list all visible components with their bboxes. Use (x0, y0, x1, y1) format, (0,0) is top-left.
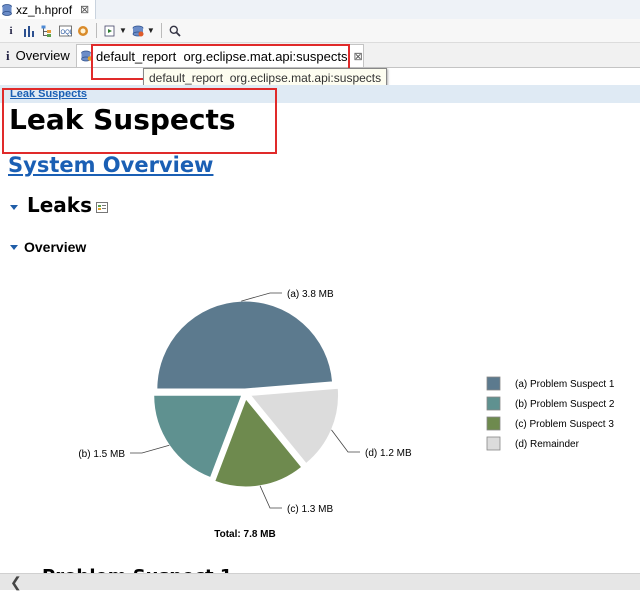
callout-line (130, 444, 170, 454)
oql-icon[interactable]: OQL (58, 24, 72, 38)
file-tab-label: xz_h.hprof (16, 2, 73, 17)
pie-slice (156, 300, 334, 390)
tab-overview-label: Overview (15, 48, 70, 63)
collapse-leaks-icon[interactable] (10, 205, 18, 210)
callout-line (241, 292, 282, 302)
slice-value-label: (c) 1.3 MB (287, 504, 333, 515)
scroll-left-icon[interactable]: ❮ (10, 574, 22, 591)
horizontal-scrollbar[interactable] (0, 573, 640, 590)
slice-value-label: (d) 1.2 MB (365, 448, 412, 459)
tab-overview[interactable]: i Overview (2, 44, 74, 67)
search-icon[interactable] (168, 24, 182, 38)
system-overview-link[interactable]: System Overview (8, 153, 213, 177)
callout-line (259, 485, 282, 509)
thread-icon[interactable] (76, 24, 90, 38)
legend-swatch (486, 396, 501, 411)
legend-label: (a) Problem Suspect 1 (515, 379, 615, 390)
close-icon[interactable]: ⊠ (80, 3, 89, 16)
tab-report-label: default_report org.eclipse.mat.api:suspe… (96, 48, 348, 64)
page-title: Leak Suspects (9, 103, 236, 136)
heap-dump-icon (2, 3, 12, 16)
legend-label: (c) Problem Suspect 3 (515, 419, 614, 430)
callout-line (331, 429, 360, 453)
query-browser-icon[interactable] (131, 24, 145, 38)
toolbar: i OQL ▼ ▼ (0, 19, 640, 43)
collapse-overview-icon[interactable] (10, 245, 18, 250)
toolbar-separator (96, 23, 97, 38)
legend-label: (d) Remainder (515, 439, 580, 450)
tab-default-report[interactable]: default_report org.eclipse.mat.api:suspe… (76, 44, 364, 67)
chart-total-label: Total: 7.8 MB (214, 529, 275, 540)
leaks-heading: Leaks (27, 193, 93, 217)
info-icon[interactable]: i (4, 24, 18, 38)
histogram-icon[interactable] (22, 24, 36, 38)
hprof-file-tab[interactable]: xz_h.hprof ⊠ (0, 0, 97, 19)
dominator-tree-icon[interactable] (40, 24, 54, 38)
slice-value-label: (a) 3.8 MB (287, 289, 334, 300)
report-icon (81, 50, 93, 62)
legend-swatch (486, 436, 501, 451)
chevron-down-icon[interactable]: ▼ (147, 26, 155, 35)
close-icon[interactable]: ⊠ (353, 50, 362, 63)
breadcrumb[interactable]: Leak Suspects (10, 88, 87, 100)
legend-swatch (486, 416, 501, 431)
breadcrumb-band (0, 85, 640, 103)
chevron-down-icon[interactable]: ▼ (119, 26, 127, 35)
leak-pie-chart: (a) 3.8 MB (d) 1.2 MB (c) 1.3 MB (b) 1.5 MB… (78, 289, 615, 540)
legend-swatch (486, 376, 501, 391)
run-report-icon[interactable] (103, 24, 117, 38)
slice-value-label: (b) 1.5 MB (78, 449, 125, 460)
details-icon[interactable] (96, 202, 108, 213)
svg-text:OQL: OQL (60, 30, 72, 36)
info-icon: i (6, 47, 10, 63)
legend-label: (b) Problem Suspect 2 (515, 399, 615, 410)
overview-heading: Overview (24, 239, 87, 255)
toolbar-separator (160, 23, 162, 38)
